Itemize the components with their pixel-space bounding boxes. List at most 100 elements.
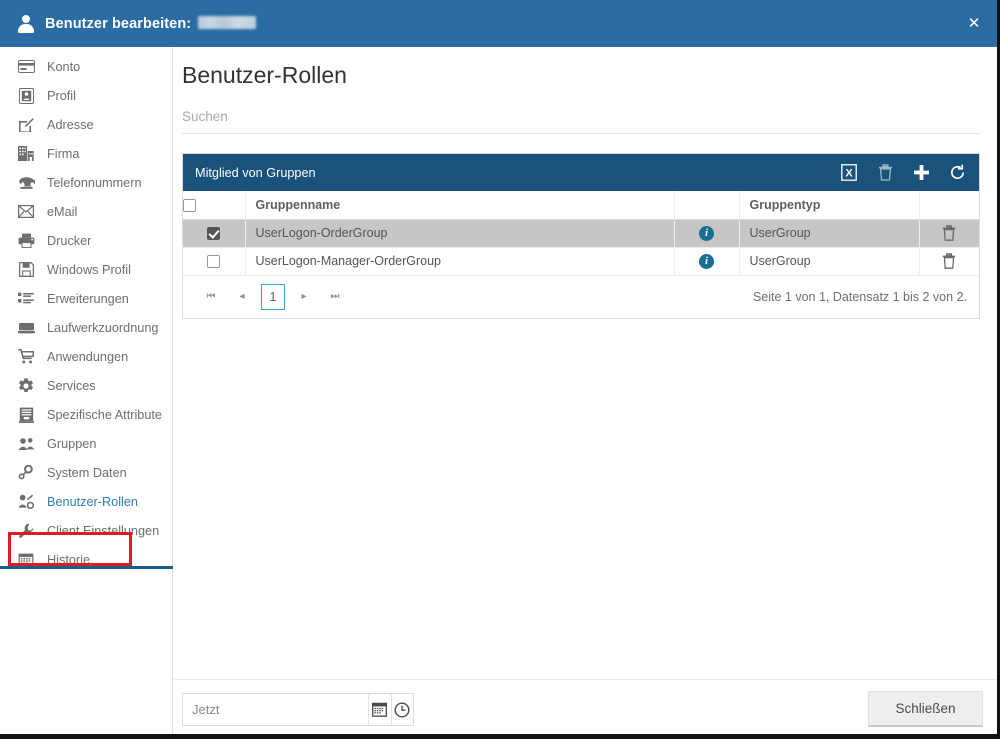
column-actions [919,191,979,220]
cell-gruppentyp: UserGroup [739,247,920,276]
sidebar-item-adresse[interactable]: Adresse [0,110,172,139]
sidebar-item-windows-profil[interactable]: Windows Profil [0,255,172,284]
cell-info: i [674,219,740,248]
gear-icon [16,376,36,396]
close-button[interactable]: Schließen [868,691,983,727]
sidebar-item-firma[interactable]: Firma [0,139,172,168]
cell-gruppentyp: UserGroup [739,219,920,248]
column-info [674,191,740,220]
table-row[interactable]: UserLogon-OrderGroup i UserGroup [183,219,979,248]
svg-text:X: X [845,167,853,179]
column-gruppenname: Gruppenname [245,191,675,220]
groups-table: Gruppenname Gruppentyp UserLogon-OrderGr… [183,191,979,276]
sidebar-item-anwendungen[interactable]: Anwendungen [0,342,172,371]
table-header-row: Gruppenname Gruppentyp [183,191,979,220]
delete-icon[interactable] [875,163,895,183]
sidebar-item-label: Windows Profil [47,262,131,277]
sidebar-item-system-daten[interactable]: System Daten [0,458,172,487]
sidebar-item-email[interactable]: eMail [0,197,172,226]
sidebar-item-erweiterungen[interactable]: Erweiterungen [0,284,172,313]
building-icon [16,144,36,164]
panel-toolbar: X [839,163,967,183]
search-field-wrapper [182,105,980,134]
dialog-title-text: Benutzer bearbeiten: [45,15,192,32]
close-icon[interactable]: ✕ [964,14,984,34]
dialog-footer: Schließen [174,679,997,734]
panel-header: Mitglied von Gruppen X [183,154,979,191]
sidebar-item-label: Spezifische Attribute [47,407,162,422]
sidebar-item-label: Drucker [47,233,92,248]
sidebar-item-label: Gruppen [47,436,97,451]
sidebar-item-label: System Daten [47,465,127,480]
sidebar-item-laufwerkzuordnung[interactable]: Laufwerkzuordnung [0,313,172,342]
column-gruppentyp: Gruppentyp [739,191,920,220]
sidebar-item-label: Adresse [47,117,94,132]
row-delete-button[interactable] [919,219,979,248]
cart-icon [16,347,36,367]
card-icon [16,57,36,77]
node-icon [16,463,36,483]
sidebar-item-profil[interactable]: Profil [0,81,172,110]
redacted-username [198,15,257,29]
edit-user-dialog: Benutzer bearbeiten: ✕ Konto Profil Adre… [0,0,1000,739]
user-icon [17,14,35,34]
edit-square-icon [16,115,36,135]
calendar-icon[interactable] [368,694,391,725]
table-row[interactable]: UserLogon-Manager-OrderGroup i UserGroup [183,247,979,276]
pager-first-button[interactable]: ⏮ [199,285,223,309]
info-icon[interactable]: i [699,225,714,241]
search-input[interactable] [182,105,980,134]
pager-current-page[interactable]: 1 [261,283,285,310]
sidebar-item-label: Historie [47,552,91,567]
archive-icon [16,405,36,425]
sidebar-item-label: eMail [47,204,78,219]
sidebar-item-services[interactable]: Services [0,371,172,400]
column-select-all [183,191,246,220]
sidebar-item-historie[interactable]: Historie [0,545,172,574]
sidebar-item-label: Konto [47,59,81,74]
row-checkbox[interactable] [207,255,221,269]
pager-status-text: Seite 1 von 1, Datensatz 1 bis 2 von 2. [752,289,967,304]
page-title: Benutzer-Rollen [182,62,347,88]
sidebar-item-label: Client Einstellungen [47,523,160,538]
date-input[interactable] [183,694,368,725]
pager-next-button[interactable]: ▸ [292,285,316,309]
dialog-titlebar: Benutzer bearbeiten: ✕ [0,0,997,47]
sidebar-item-label: Anwendungen [47,349,129,364]
sidebar-item-gruppen[interactable]: Gruppen [0,429,172,458]
select-all-checkbox[interactable] [183,198,196,212]
refresh-icon[interactable] [947,163,967,183]
sidebar-item-client-einstellungen[interactable]: Client Einstellungen [0,516,172,545]
sidebar-item-benutzer-rollen[interactable]: Benutzer-Rollen [0,487,172,516]
sidebar-item-label: Telefonnummern [47,175,142,190]
cell-info: i [674,247,740,276]
id-badge-icon [16,86,36,106]
row-select-cell [183,219,246,248]
user-key-icon [16,492,36,512]
wrench-icon [16,521,36,541]
sidebar-item-drucker[interactable]: Drucker [0,226,172,255]
sidebar-item-spezifische-attribute[interactable]: Spezifische Attribute [0,400,172,429]
list-icon [16,289,36,309]
row-checkbox[interactable] [207,227,221,241]
info-icon[interactable]: i [699,253,714,269]
dialog-title: Benutzer bearbeiten: [45,15,257,32]
main-content: Benutzer-Rollen Mitglied von Gruppen X [174,47,997,734]
row-delete-button[interactable] [919,247,979,276]
pager-prev-button[interactable]: ◂ [230,285,254,309]
clock-icon[interactable] [390,694,414,725]
date-field [182,693,414,726]
sidebar: Konto Profil Adresse Firma Telefonnummer… [0,47,173,734]
sidebar-item-telefonnummern[interactable]: Telefonnummern [0,168,172,197]
sidebar-item-konto[interactable]: Konto [0,52,172,81]
pager-last-button[interactable]: ⏭ [323,285,347,309]
phone-icon [16,173,36,193]
sidebar-item-label: Benutzer-Rollen [47,494,138,509]
pagination: ⏮ ◂ 1 ▸ ⏭ Seite 1 von 1, Datensatz 1 bis… [183,275,979,318]
active-item-underline [0,566,173,569]
sidebar-item-label: Firma [47,146,80,161]
export-excel-icon[interactable]: X [839,163,859,183]
sidebar-item-label: Laufwerkzuordnung [47,320,159,335]
printer-icon [16,231,36,251]
add-icon[interactable] [911,163,931,183]
